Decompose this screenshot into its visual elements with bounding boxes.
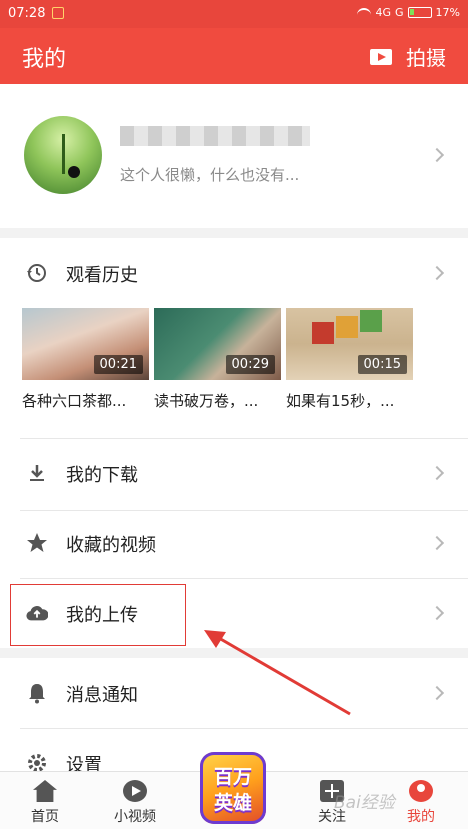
battery-icon bbox=[407, 7, 432, 18]
video-caption: 如果有15秒，... bbox=[286, 392, 395, 410]
notifications-label: 消息通知 bbox=[66, 685, 138, 706]
chevron-right-icon bbox=[429, 685, 445, 701]
page-title: 我的 bbox=[22, 47, 67, 72]
video-caption: 各种六口茶都... bbox=[22, 392, 127, 410]
download-icon bbox=[26, 462, 48, 484]
chevron-right-icon bbox=[429, 605, 445, 621]
history-thumbnails: 00:21 各种六口茶都... 00:29 读书破万卷，... 00:15 如果… bbox=[22, 308, 452, 418]
history-label: 观看历史 bbox=[66, 265, 138, 286]
status-bar: 07:28 4G G 17% bbox=[0, 0, 468, 28]
tab-short-video[interactable]: 小视频 bbox=[95, 772, 175, 829]
wifi-icon bbox=[357, 7, 372, 18]
million-hero-promo[interactable]: 百万 英雄 bbox=[200, 752, 266, 824]
user-icon bbox=[409, 780, 433, 802]
video-camera-icon bbox=[370, 48, 392, 65]
favorites-label: 收藏的视频 bbox=[66, 535, 156, 556]
chevron-right-icon bbox=[429, 265, 445, 281]
network-type: 4G bbox=[375, 6, 392, 19]
shoot-label: 拍摄 bbox=[406, 46, 446, 70]
home-icon bbox=[33, 780, 57, 802]
battery-percent: 17% bbox=[435, 6, 460, 19]
screen: 07:28 4G G 17% 我的 拍摄 这个人很懒，什么也没有... 观看历史 bbox=[0, 0, 468, 829]
video-duration: 00:21 bbox=[93, 355, 143, 374]
download-row[interactable]: 我的下载 bbox=[0, 440, 468, 508]
video-thumbnail: 00:21 bbox=[22, 308, 149, 380]
history-video-2[interactable]: 00:29 读书破万卷，... bbox=[154, 308, 281, 411]
profile-card[interactable]: 这个人很懒，什么也没有... bbox=[0, 84, 468, 228]
chevron-right-icon bbox=[429, 147, 445, 163]
highlight-box bbox=[10, 584, 186, 646]
download-label: 我的下载 bbox=[66, 465, 138, 486]
star-icon bbox=[26, 532, 48, 554]
app-bar: 我的 拍摄 bbox=[0, 28, 468, 84]
promo-line-1: 百万 bbox=[213, 766, 252, 788]
history-row[interactable]: 观看历史 bbox=[0, 240, 468, 308]
history-video-3[interactable]: 00:15 如果有15秒，... bbox=[286, 308, 413, 411]
video-thumbnail: 00:29 bbox=[154, 308, 281, 380]
video-duration: 00:15 bbox=[357, 355, 407, 374]
avatar[interactable] bbox=[24, 116, 102, 194]
shoot-button[interactable]: 拍摄 bbox=[370, 42, 446, 71]
video-duration: 00:29 bbox=[225, 355, 275, 374]
tab-home[interactable]: 首页 bbox=[5, 772, 85, 829]
chevron-right-icon bbox=[429, 465, 445, 481]
promo-line-2: 英雄 bbox=[213, 792, 252, 814]
baidu-watermark: Bai经验 bbox=[334, 793, 395, 813]
profile-bio: 这个人很懒，什么也没有... bbox=[120, 166, 300, 184]
history-video-1[interactable]: 00:21 各种六口茶都... bbox=[22, 308, 149, 411]
bell-icon bbox=[26, 682, 48, 704]
annotation-arrow bbox=[204, 630, 351, 716]
video-thumbnail: 00:15 bbox=[286, 308, 413, 380]
play-circle-icon bbox=[123, 780, 147, 802]
status-right: 4G G 17% bbox=[357, 6, 460, 19]
tab-home-label: 首页 bbox=[31, 809, 59, 825]
video-caption: 读书破万卷，... bbox=[154, 392, 259, 410]
network-type-2: G bbox=[395, 6, 404, 19]
status-time: 07:28 bbox=[8, 6, 46, 21]
chevron-right-icon bbox=[429, 535, 445, 551]
favorites-row[interactable]: 收藏的视频 bbox=[0, 510, 468, 578]
username-blurred bbox=[120, 126, 310, 146]
history-icon bbox=[26, 262, 48, 284]
tab-short-video-label: 小视频 bbox=[114, 809, 156, 825]
notification-icon bbox=[52, 7, 64, 19]
